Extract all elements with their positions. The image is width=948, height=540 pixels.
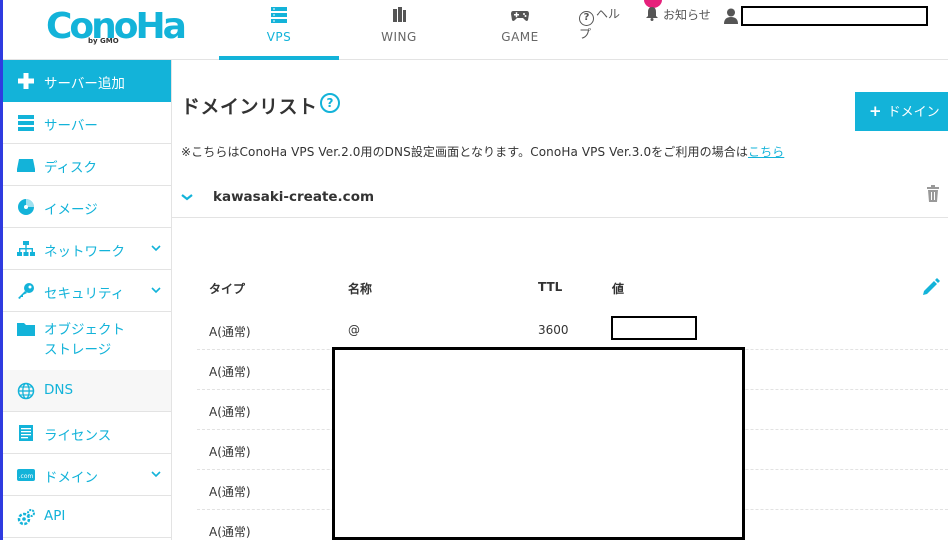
server-icon (18, 115, 34, 131)
api-gear-icon (17, 509, 35, 526)
sidebar-item-label: サーバー追加 (44, 76, 125, 92)
sidebar-item-dns[interactable]: DNS (0, 370, 171, 412)
globe-icon (17, 382, 35, 400)
sidebar-item-disk[interactable]: ディスク (0, 144, 171, 186)
license-icon (19, 425, 33, 441)
note-link[interactable]: こちら (748, 145, 784, 159)
record-type: A(通常) (209, 525, 251, 539)
sidebar: サーバー追加 サーバー ディスク イメージ ネットワーク セキュリティ オブジェ… (0, 60, 172, 540)
chevron-down-icon (151, 287, 161, 294)
tab-wing[interactable]: WING (339, 0, 459, 60)
sidebar-item-label: サーバー (44, 118, 98, 134)
add-domain-button[interactable]: + ドメイン (855, 92, 948, 131)
sidebar-item-network[interactable]: ネットワーク (0, 228, 171, 270)
sidebar-item-label: オブジェクト ストレージ (44, 320, 125, 360)
version-note: ※こちらはConoHa VPS Ver.2.0用のDNS設定画面となります。Co… (181, 143, 784, 160)
redacted-block (332, 347, 745, 540)
domain-icon: .com (17, 469, 35, 481)
pencil-icon[interactable] (921, 277, 941, 297)
chevron-down-icon (151, 471, 161, 478)
user-name-redacted[interactable] (741, 6, 928, 26)
bell-icon (646, 7, 658, 21)
sidebar-item-object-storage[interactable]: オブジェクト ストレージ (0, 312, 171, 372)
plus-icon: + (869, 102, 882, 120)
tab-game-label: GAME (501, 30, 539, 44)
folder-icon (17, 323, 35, 336)
record-type: A(通常) (209, 405, 251, 419)
col-header-ttl: TTL (538, 280, 563, 294)
top-header: ConoHa by GMO VPS WING GAME ? ヘルプ お知らせ (0, 0, 948, 60)
note-text: ※こちらはConoHa VPS Ver.2.0用のDNS設定画面となります。Co… (181, 145, 748, 159)
add-domain-label: ドメイン (887, 105, 940, 120)
record-type: A(通常) (209, 365, 251, 379)
record-type: A(通常) (209, 445, 251, 459)
record-ttl: 3600 (538, 323, 569, 337)
col-header-name: 名称 (348, 282, 373, 296)
sidebar-item-label: ドメイン (44, 470, 98, 486)
help-circle-icon[interactable]: ? (320, 93, 340, 113)
sidebar-item-security[interactable]: セキュリティ (0, 270, 171, 312)
domain-name: kawasaki-create.com (213, 189, 375, 205)
sidebar-item-label: API (44, 508, 66, 524)
window-edge (0, 0, 3, 540)
notice-label: お知らせ (663, 8, 711, 22)
record-type: A(通常) (209, 325, 251, 339)
col-header-value: 値 (612, 282, 625, 296)
sidebar-item-domain[interactable]: .com ドメイン (0, 454, 171, 496)
svg-text:.com: .com (19, 473, 34, 480)
sidebar-item-label: イメージ (44, 202, 98, 218)
record-type: A(通常) (209, 485, 251, 499)
user-icon[interactable] (724, 8, 738, 24)
wing-icon (393, 7, 406, 22)
sidebar-item-label: ネットワーク (44, 244, 125, 260)
gamepad-icon (511, 11, 529, 21)
chevron-down-icon[interactable] (180, 192, 194, 202)
sidebar-item-image[interactable]: イメージ (0, 186, 171, 228)
server-stack-icon (271, 7, 287, 23)
tab-vps[interactable]: VPS (219, 0, 339, 60)
notice-link[interactable]: お知らせ (645, 6, 711, 24)
sidebar-item-label: ライセンス (44, 428, 112, 444)
logo-sub: by GMO (88, 37, 119, 45)
question-circle-icon: ? (579, 11, 594, 26)
tab-vps-label: VPS (266, 30, 292, 44)
tab-wing-label: WING (381, 30, 417, 44)
table-row[interactable]: A(通常) @ 3600 (197, 310, 948, 350)
record-name: @ (348, 323, 360, 337)
tab-game[interactable]: GAME (460, 0, 580, 60)
sidebar-item-label: DNS (44, 382, 74, 398)
image-icon (18, 199, 34, 215)
col-header-type: タイプ (209, 282, 246, 296)
redacted-value (611, 316, 697, 340)
help-link[interactable]: ? ヘルプ (579, 6, 631, 43)
sidebar-item-label: セキュリティ (44, 286, 125, 302)
page-title: ドメインリスト (181, 96, 318, 118)
main-content: ドメインリスト ? + ドメイン ※こちらはConoHa VPS Ver.2.0用… (172, 60, 948, 540)
chevron-down-icon (151, 245, 161, 252)
disk-icon (17, 159, 35, 172)
label-line-2: ストレージ (44, 342, 112, 358)
sidebar-item-label: ディスク (44, 160, 98, 176)
key-icon (18, 283, 34, 299)
conoha-logo[interactable]: ConoHa by GMO (46, 6, 187, 50)
trash-icon[interactable] (926, 185, 940, 202)
domain-row[interactable]: kawasaki-create.com (172, 180, 948, 218)
sidebar-item-license[interactable]: ライセンス (0, 412, 171, 454)
add-server-button[interactable]: サーバー追加 (0, 60, 171, 102)
sidebar-item-api[interactable]: API (0, 496, 171, 538)
plus-icon (18, 73, 34, 89)
network-icon (17, 241, 35, 256)
sidebar-item-server[interactable]: サーバー (0, 102, 171, 144)
label-line-1: オブジェクト (44, 322, 125, 338)
